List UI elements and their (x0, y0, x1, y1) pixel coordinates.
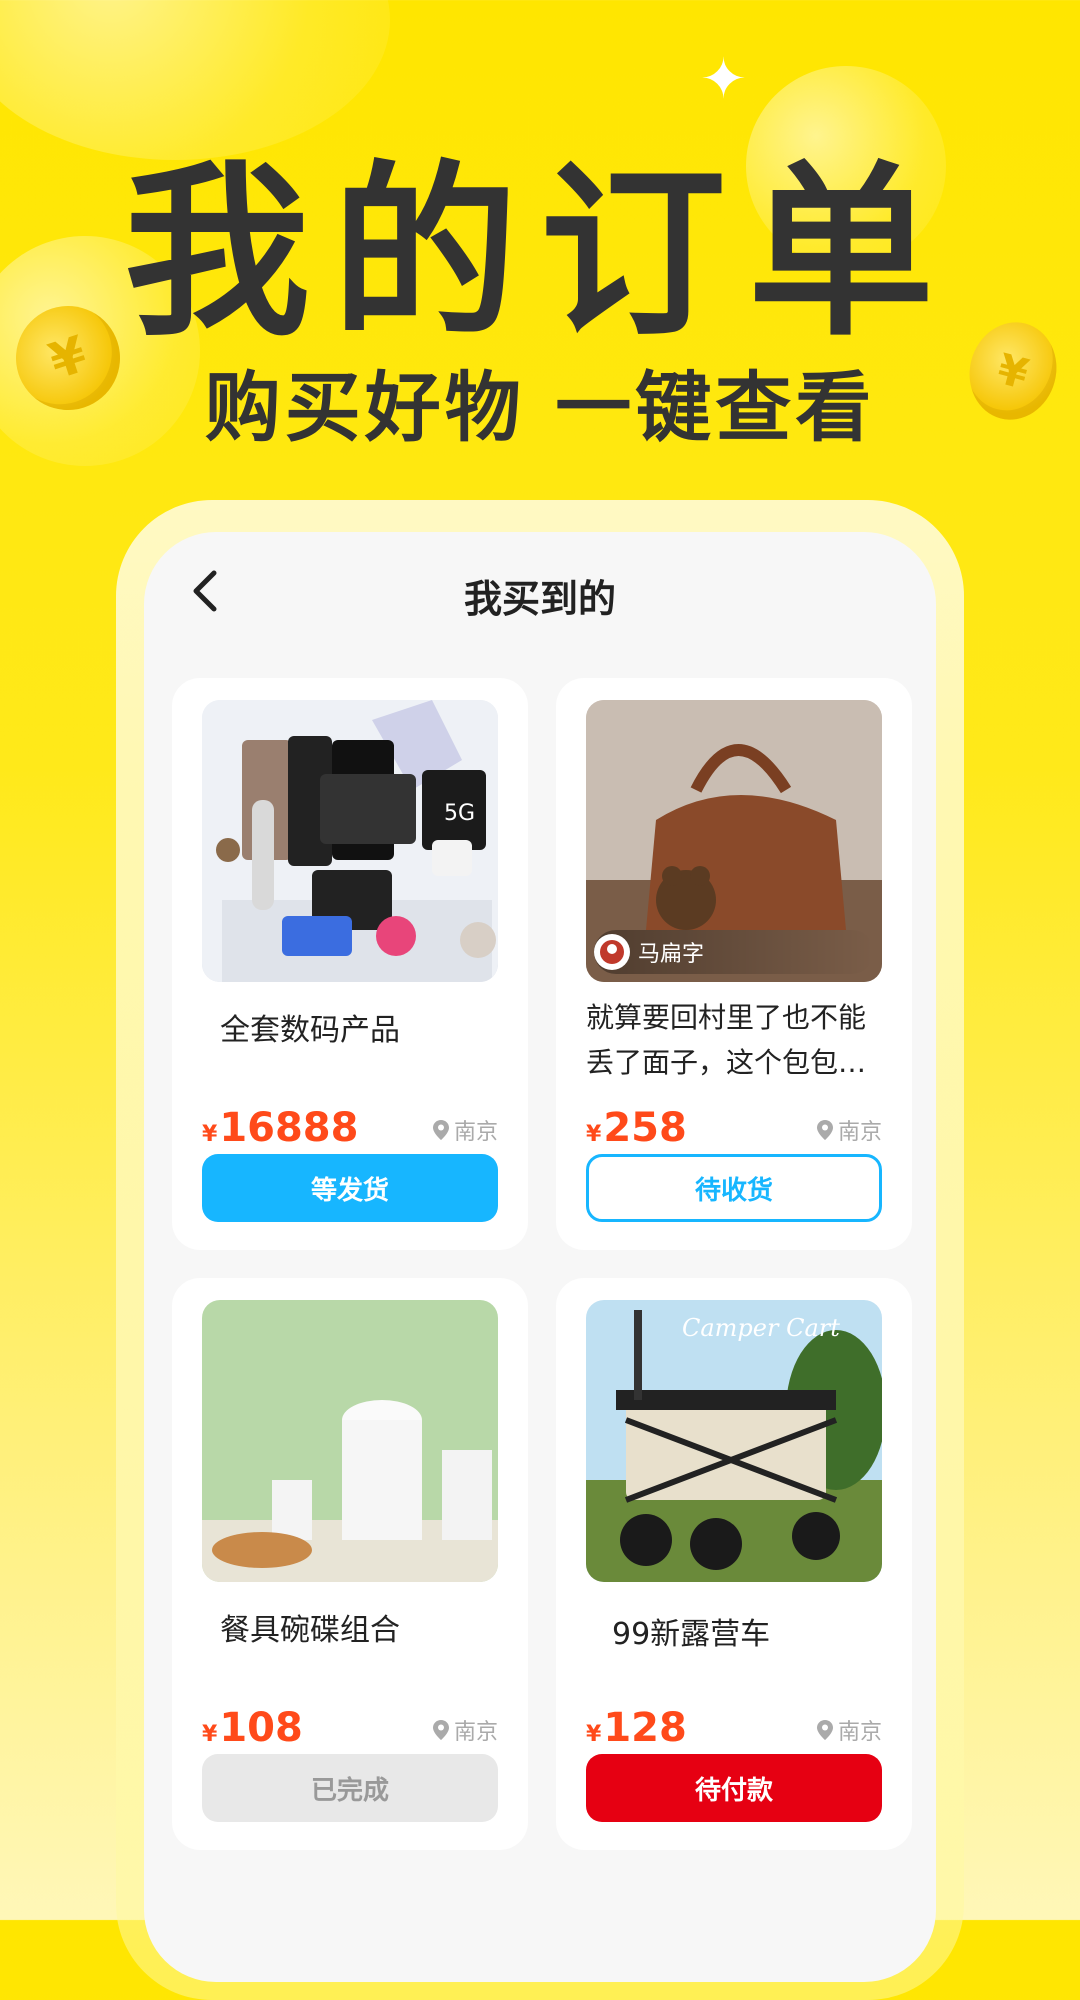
hero-subtitle: 购买好物 一键查看 (204, 363, 876, 452)
location: 南京 (432, 1114, 498, 1146)
price: ¥128 (586, 1705, 687, 1751)
product-image: 5G (202, 700, 498, 982)
order-card[interactable]: Camper Cart 99新露营车 ¥128 南京 待付款 (556, 1278, 912, 1850)
location-pin-icon (432, 1120, 449, 1140)
product-name: 就算要回村里了也不能丢了面子，这个包包必… (586, 1001, 867, 1079)
price: ¥258 (586, 1105, 687, 1151)
price: ¥108 (202, 1705, 303, 1751)
order-card[interactable]: 马扁字 就算要回村里了也不能丢了面子，这个包包必… ¥258 南京 待收货 (556, 678, 912, 1250)
seller-tag: 马扁字 (594, 930, 874, 974)
hero-title: 我的订单 (123, 144, 956, 361)
sparkle-icon: ✦ (700, 47, 747, 112)
location-pin-icon (816, 1720, 833, 1740)
svg-text:5G: 5G (444, 801, 475, 826)
order-card[interactable]: 5G 全套数码产品 ¥16888 南京 等发货 (172, 678, 528, 1250)
location-pin-icon (432, 1720, 449, 1740)
product-image: Camper Cart (586, 1300, 882, 1582)
location-pin-icon (816, 1120, 833, 1140)
location: 南京 (816, 1114, 882, 1146)
avatar (594, 934, 630, 970)
price: ¥16888 (202, 1105, 359, 1151)
status-button[interactable]: 已完成 (202, 1754, 498, 1822)
location: 南京 (432, 1714, 498, 1746)
image-script-text: Camper Cart (682, 1314, 840, 1342)
page-title: 我买到的 (463, 577, 616, 621)
order-card[interactable]: 餐具碗碟组合 ¥108 南京 已完成 (172, 1278, 528, 1850)
status-button[interactable]: 待收货 (586, 1154, 882, 1222)
product-name: 餐具碗碟组合 (220, 1613, 400, 1648)
product-image: 马扁字 (586, 700, 882, 982)
seller-name: 马扁字 (638, 942, 705, 967)
decor-bubble (0, 0, 390, 160)
product-name: 99新露营车 (612, 1617, 771, 1652)
status-button[interactable]: 待付款 (586, 1754, 882, 1822)
status-button[interactable]: 等发货 (202, 1154, 498, 1222)
product-name: 全套数码产品 (220, 1013, 400, 1048)
product-image (202, 1300, 498, 1582)
location: 南京 (816, 1714, 882, 1746)
